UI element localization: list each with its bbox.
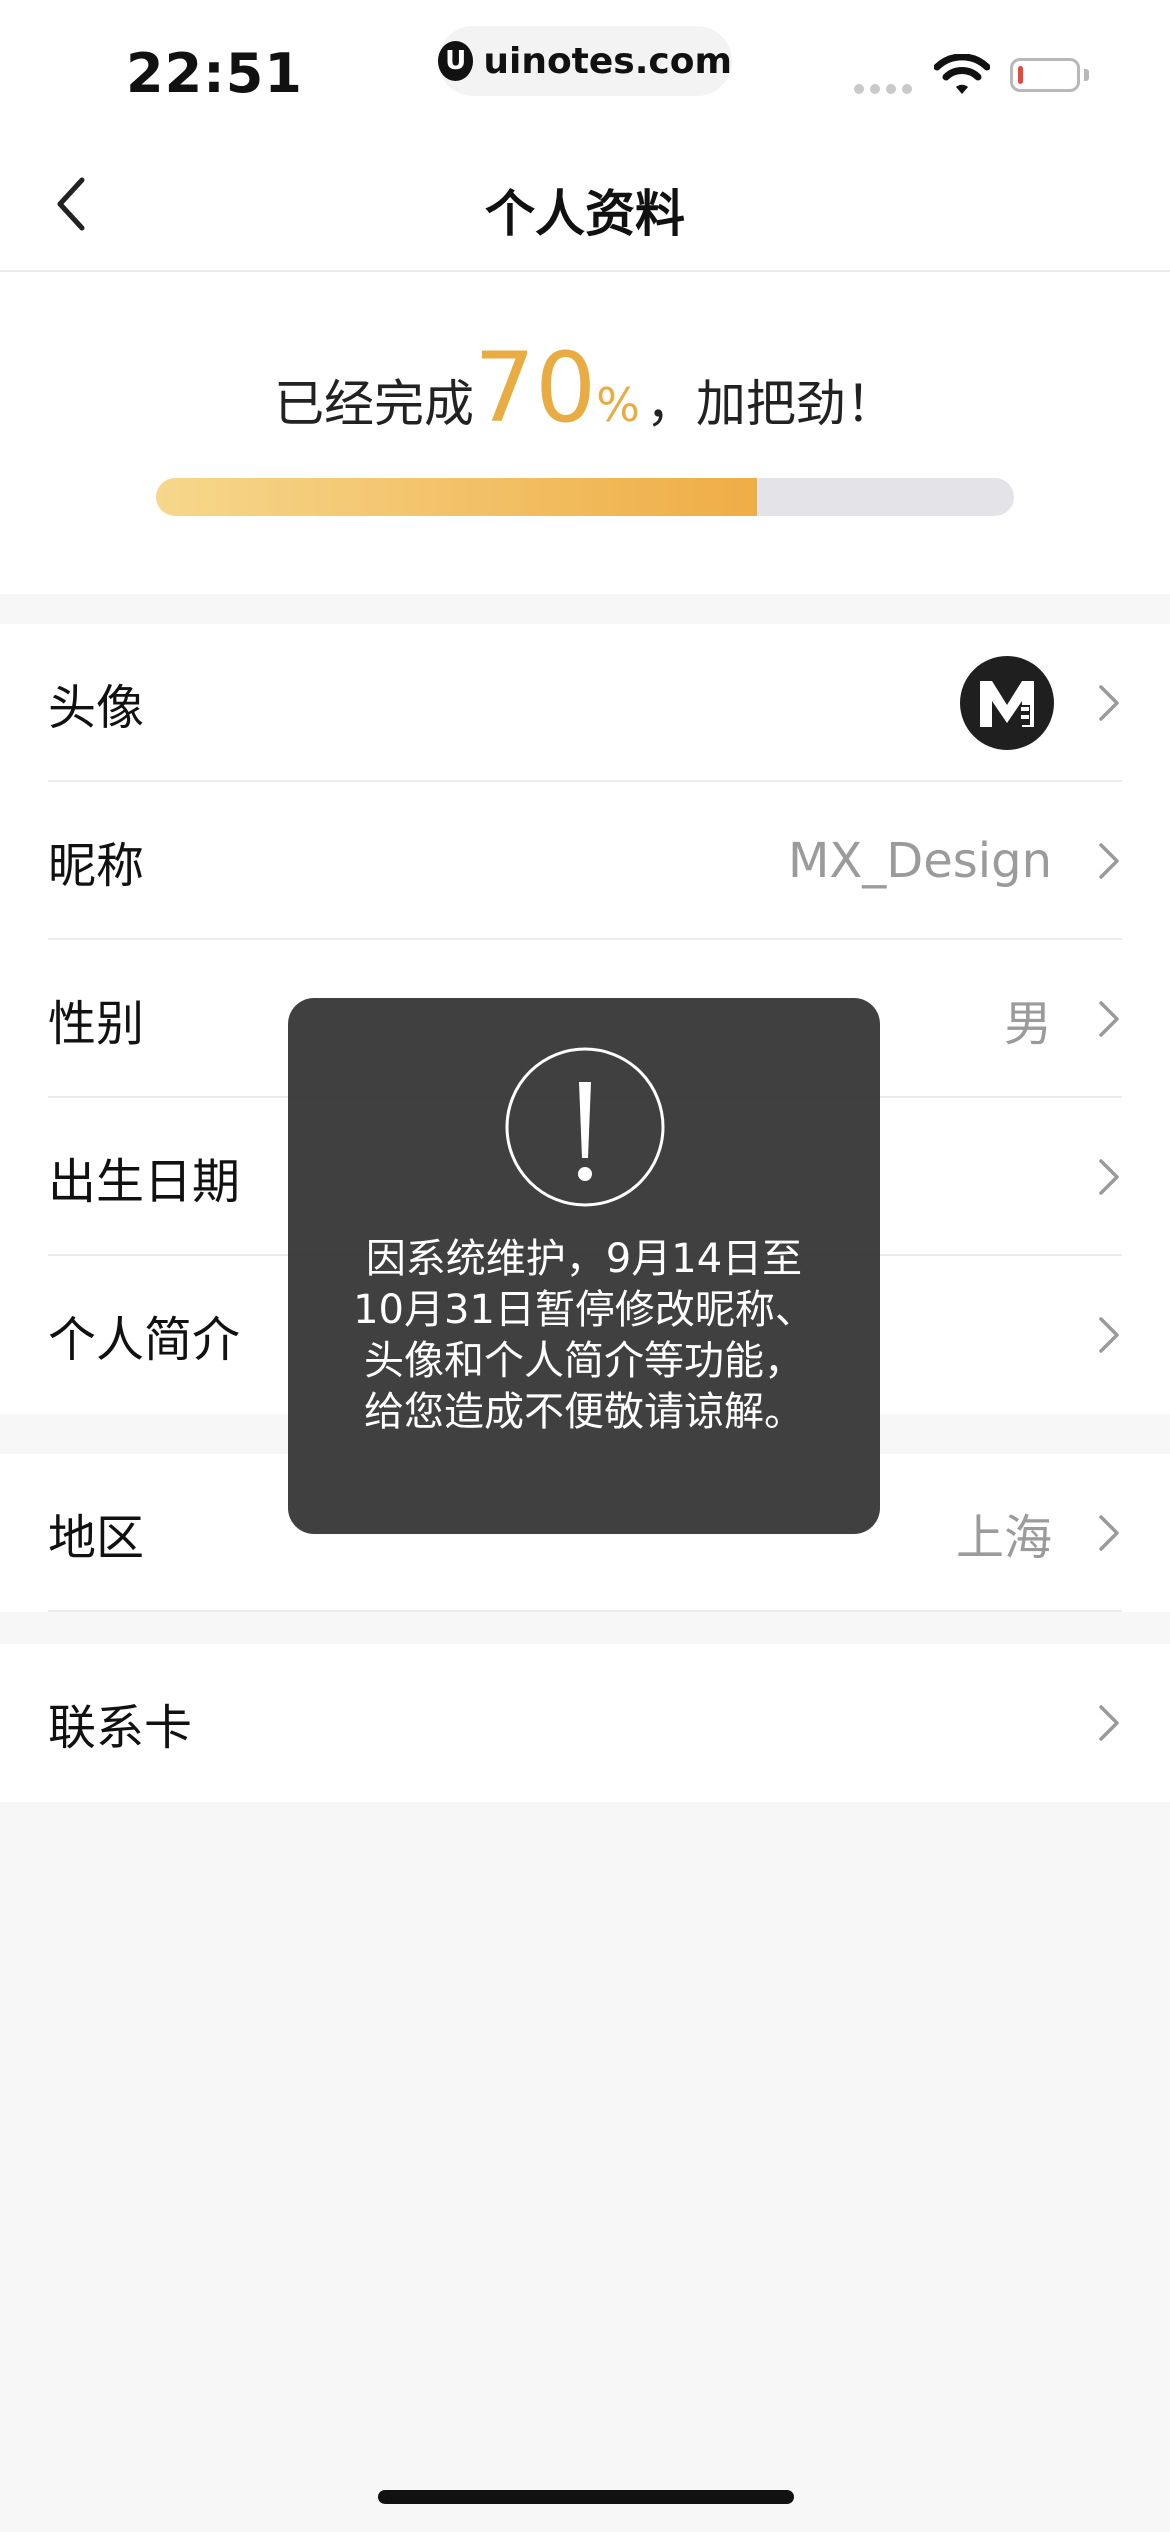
page-title: 个人资料 <box>485 185 685 243</box>
profile-completion-section: 已经完成70% ，加把劲！ <box>0 272 1170 594</box>
avatar[interactable] <box>960 656 1054 750</box>
row-label: 头像 <box>48 680 145 736</box>
profile-row-contact-card[interactable]: 联系卡 <box>0 1644 1170 1802</box>
row-label: 出生日期 <box>48 1154 241 1210</box>
chevron-right-icon <box>1099 1001 1119 1037</box>
completion-percent-sign: % <box>596 378 640 432</box>
m-logo-icon <box>980 681 1034 727</box>
row-label: 性别 <box>48 996 145 1052</box>
wifi-icon <box>934 54 990 94</box>
profile-row-nickname[interactable]: 昵称 MX_Design <box>0 782 1170 940</box>
row-label: 地区 <box>48 1510 145 1566</box>
status-time: 22:51 <box>126 42 303 105</box>
nickname-value: MX_Design <box>787 833 1052 889</box>
watermark-logo-icon: U <box>438 41 474 81</box>
nav-bar: 个人资料 <box>0 130 1170 272</box>
gender-value: 男 <box>1003 996 1052 1052</box>
home-indicator <box>378 2490 794 2504</box>
battery-cap <box>1084 69 1089 81</box>
profile-completion-text: 已经完成70% ，加把劲！ <box>0 332 1170 444</box>
cellular-signal-icon <box>854 84 912 94</box>
region-value: 上海 <box>955 1510 1052 1566</box>
completion-suffix: ，加把劲！ <box>645 375 896 433</box>
chevron-right-icon <box>1099 1159 1119 1195</box>
row-label: 个人简介 <box>48 1312 241 1368</box>
contact-list: 联系卡 <box>0 1644 1170 1802</box>
status-bar: 22:51 U uinotes.com <box>0 0 1170 130</box>
row-label: 联系卡 <box>48 1700 193 1756</box>
completion-progress-bar <box>156 478 1014 516</box>
row-label: 昵称 <box>48 838 145 894</box>
completion-progress-fill <box>156 478 757 516</box>
divider <box>48 1610 1122 1612</box>
chevron-right-icon <box>1099 1317 1119 1353</box>
chevron-right-icon <box>1099 843 1119 879</box>
toast-message: 因系统维护，9月14日至10月31日暂停修改昵称、头像和个人简介等功能，给您造成… <box>353 1236 815 1435</box>
watermark-text: uinotes.com <box>483 40 732 82</box>
chevron-right-icon <box>1099 685 1119 721</box>
completion-prefix: 已经完成 <box>274 375 475 433</box>
maintenance-toast: 因系统维护，9月14日至10月31日暂停修改昵称、头像和个人简介等功能，给您造成… <box>288 998 880 1534</box>
battery-low-icon <box>1010 58 1080 92</box>
watermark-badge: U uinotes.com <box>438 26 732 96</box>
chevron-right-icon <box>1099 1705 1119 1741</box>
exclamation-circle-icon <box>505 1047 665 1207</box>
chevron-right-icon <box>1099 1515 1119 1551</box>
profile-row-avatar[interactable]: 头像 <box>0 624 1170 782</box>
completion-percent-number: 70 <box>474 332 597 444</box>
